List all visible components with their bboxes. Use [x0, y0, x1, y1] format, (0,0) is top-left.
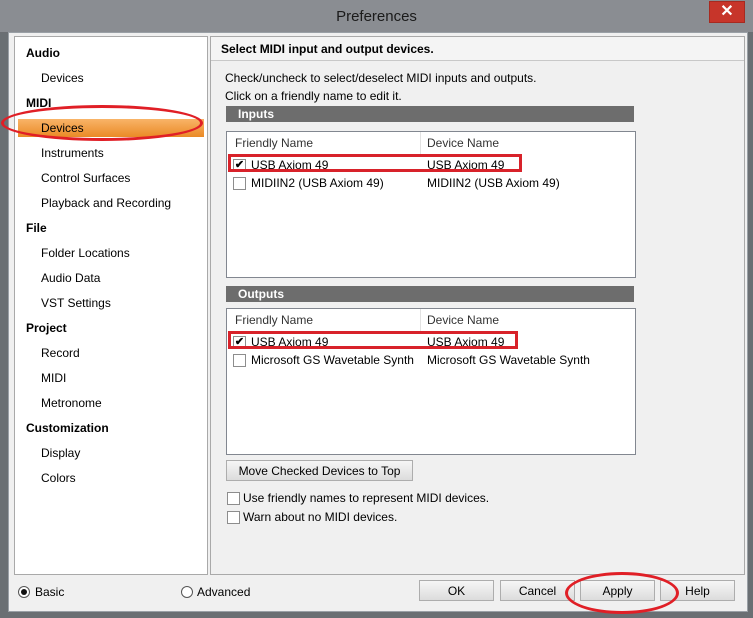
friendly-name-cell[interactable]: MIDIIN2 (USB Axiom 49) [251, 176, 384, 190]
friendly-name-cell[interactable]: USB Axiom 49 [251, 335, 328, 349]
input-checkbox-usb-axiom[interactable]: ✔ [233, 159, 246, 172]
sidebar-item-colors[interactable]: Colors [41, 471, 76, 485]
list-item[interactable]: ✔ USB Axiom 49 USB Axiom 49 [227, 157, 635, 174]
sidebar-tree: Audio Devices MIDI Devices Instruments C… [14, 36, 208, 575]
instruction-text: Check/uncheck to select/deselect MIDI in… [225, 71, 537, 85]
sidebar-category-customization[interactable]: Customization [26, 421, 109, 435]
window-title: Preferences [336, 8, 417, 25]
device-name-cell: USB Axiom 49 [427, 335, 505, 349]
output-checkbox-usb-axiom[interactable]: ✔ [233, 336, 246, 349]
advanced-label[interactable]: Advanced [197, 585, 250, 599]
inputs-list[interactable]: Friendly Name Device Name ✔ USB Axiom 49… [226, 131, 636, 278]
output-checkbox-gs-wavetable[interactable] [233, 354, 246, 367]
preferences-dialog: Audio Devices MIDI Devices Instruments C… [1, 32, 748, 614]
friendly-name-cell[interactable]: USB Axiom 49 [251, 158, 328, 172]
column-separator [420, 309, 421, 331]
input-checkbox-midiin2[interactable] [233, 177, 246, 190]
content-header: Select MIDI input and output devices. [211, 37, 744, 61]
cancel-button[interactable]: Cancel [500, 580, 575, 601]
sidebar-category-midi[interactable]: MIDI [26, 96, 51, 110]
friendly-names-label[interactable]: Use friendly names to represent MIDI dev… [243, 491, 489, 505]
list-item[interactable]: MIDIIN2 (USB Axiom 49) MIDIIN2 (USB Axio… [227, 175, 635, 192]
friendly-name-cell[interactable]: Microsoft GS Wavetable Synth [251, 353, 414, 367]
sidebar-item-project-midi[interactable]: MIDI [41, 371, 66, 385]
sidebar-item-control-surfaces[interactable]: Control Surfaces [41, 171, 130, 185]
close-button[interactable]: ✕ [709, 1, 745, 23]
sidebar-item-metronome[interactable]: Metronome [41, 396, 102, 410]
page-title: Select MIDI input and output devices. [221, 42, 434, 56]
column-device-name[interactable]: Device Name [427, 309, 499, 331]
sidebar-item-display[interactable]: Display [41, 446, 80, 460]
advanced-radio[interactable] [181, 586, 193, 598]
device-name-cell: USB Axiom 49 [427, 158, 505, 172]
outputs-list[interactable]: Friendly Name Device Name ✔ USB Axiom 49… [226, 308, 636, 455]
ok-button[interactable]: OK [419, 580, 494, 601]
help-button[interactable]: Help [660, 580, 735, 601]
column-friendly-name[interactable]: Friendly Name [235, 132, 313, 154]
basic-radio[interactable] [18, 586, 30, 598]
sidebar-item-audio-data[interactable]: Audio Data [41, 271, 100, 285]
list-item[interactable]: ✔ USB Axiom 49 USB Axiom 49 [227, 334, 635, 351]
outputs-section-header: Outputs [226, 286, 634, 302]
friendly-names-checkbox[interactable] [227, 492, 240, 505]
device-name-cell: Microsoft GS Wavetable Synth [427, 353, 590, 367]
list-item[interactable]: Microsoft GS Wavetable Synth Microsoft G… [227, 352, 635, 369]
sidebar-item-audio-devices[interactable]: Devices [41, 71, 84, 85]
title-bar: Preferences ✕ [0, 0, 753, 33]
column-device-name[interactable]: Device Name [427, 132, 499, 154]
sidebar-item-vst-settings[interactable]: VST Settings [41, 296, 111, 310]
device-name-cell: MIDIIN2 (USB Axiom 49) [427, 176, 560, 190]
sidebar-item-midi-devices[interactable]: Devices [18, 119, 204, 137]
inputs-section-header: Inputs [226, 106, 634, 122]
basic-label[interactable]: Basic [35, 585, 64, 599]
sidebar-category-project[interactable]: Project [26, 321, 67, 335]
move-checked-to-top-button[interactable]: Move Checked Devices to Top [226, 460, 413, 481]
sidebar-item-instruments[interactable]: Instruments [41, 146, 104, 160]
instruction-text-edit: Click on a friendly name to edit it. [225, 89, 402, 103]
sidebar-category-audio[interactable]: Audio [26, 46, 60, 60]
apply-button[interactable]: Apply [580, 580, 655, 601]
column-friendly-name[interactable]: Friendly Name [235, 309, 313, 331]
content-panel: Select MIDI input and output devices. Ch… [210, 36, 745, 575]
warn-no-midi-label[interactable]: Warn about no MIDI devices. [243, 510, 397, 524]
sidebar-item-folder-locations[interactable]: Folder Locations [41, 246, 130, 260]
column-separator [420, 132, 421, 154]
sidebar-category-file[interactable]: File [26, 221, 47, 235]
warn-no-midi-checkbox[interactable] [227, 511, 240, 524]
sidebar-item-record[interactable]: Record [41, 346, 80, 360]
sidebar-item-playback-recording[interactable]: Playback and Recording [41, 196, 171, 210]
